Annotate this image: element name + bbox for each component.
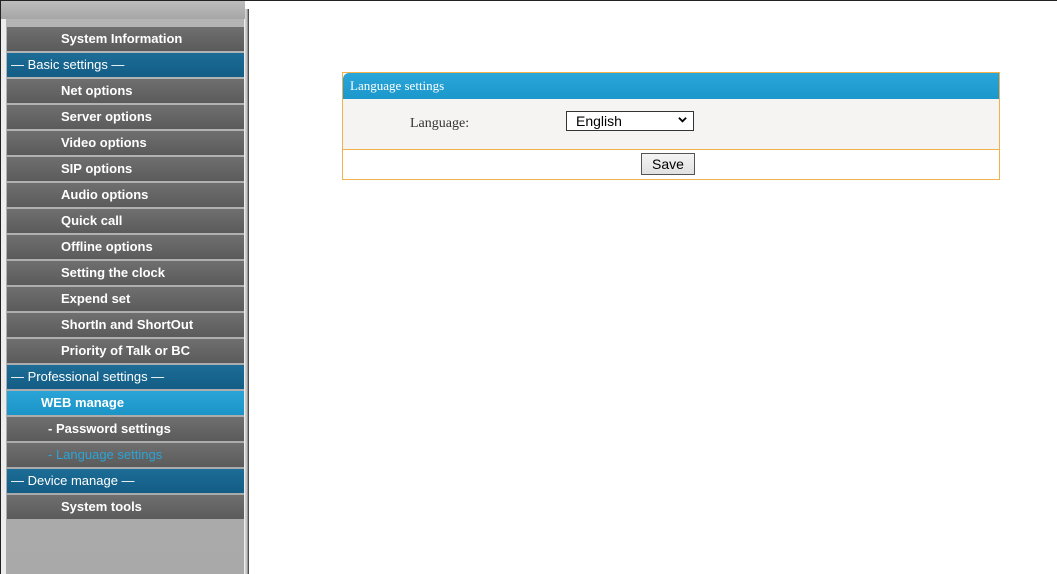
sidebar-top-bar — [1, 1, 245, 19]
sidebar-item-system-tools[interactable]: System tools — [7, 495, 244, 519]
sidebar-item-net-options[interactable]: Net options — [7, 79, 244, 103]
save-button[interactable]: Save — [641, 153, 695, 175]
sidebar-item-quick-call[interactable]: Quick call — [7, 209, 244, 233]
language-row: Language: English — [343, 99, 999, 150]
sidebar-item-priority-talk-bc[interactable]: Priority of Talk or BC — [7, 339, 244, 363]
sidebar-item-setting-the-clock[interactable]: Setting the clock — [7, 261, 244, 285]
sidebar-divider[interactable] — [245, 9, 249, 574]
save-row: Save — [343, 150, 999, 179]
sidebar-subitem-language-settings[interactable]: - Language settings — [7, 443, 244, 467]
language-label: Language: — [410, 116, 470, 131]
sidebar-section-professional-settings[interactable]: — Professional settings — — [7, 365, 244, 389]
sidebar-section-device-manage[interactable]: — Device manage — — [7, 469, 244, 493]
sidebar-item-offline-options[interactable]: Offline options — [7, 235, 244, 259]
chevron-down-icon — [678, 117, 687, 123]
sidebar-subitem-password-settings[interactable]: - Password settings — [7, 417, 244, 441]
sidebar-menu: System Information — Basic settings — Ne… — [7, 27, 244, 521]
language-select[interactable]: English — [566, 111, 694, 131]
sidebar-item-system-information[interactable]: System Information — [7, 27, 244, 51]
sidebar-item-shortin-shortout[interactable]: ShortIn and ShortOut — [7, 313, 244, 337]
sidebar-item-web-manage[interactable]: WEB manage — [7, 391, 244, 415]
sidebar-item-sip-options[interactable]: SIP options — [7, 157, 244, 181]
language-settings-panel: Language settings Language: English Save — [342, 72, 1000, 180]
panel-title: Language settings — [343, 73, 999, 99]
language-select-value: English — [576, 113, 622, 129]
sidebar-item-server-options[interactable]: Server options — [7, 105, 244, 129]
sidebar-item-expend-set[interactable]: Expend set — [7, 287, 244, 311]
sidebar-item-video-options[interactable]: Video options — [7, 131, 244, 155]
sidebar-section-basic-settings[interactable]: — Basic settings — — [7, 53, 244, 77]
sidebar-item-audio-options[interactable]: Audio options — [7, 183, 244, 207]
